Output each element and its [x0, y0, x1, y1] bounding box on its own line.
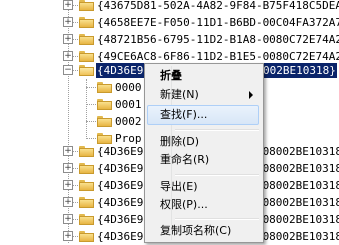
- expand-icon[interactable]: +: [63, 34, 73, 44]
- selected-item-label-tail[interactable]: 002BE10318}: [261, 62, 338, 79]
- menu-item-label: 折叠: [160, 69, 182, 82]
- folder-icon: [97, 116, 112, 127]
- expand-icon[interactable]: +: [63, 197, 73, 207]
- expand-icon[interactable]: +: [63, 231, 73, 241]
- expand-icon[interactable]: +: [63, 163, 73, 173]
- expand-icon[interactable]: +: [63, 180, 73, 190]
- tree-row[interactable]: + {43675D81-502A-4A82-9F84-B75F418C5DEA}: [0, 0, 339, 14]
- tree-item-label[interactable]: {4658EE7E-F050-11D1-B6BD-00C04FA372A7}: [96, 15, 339, 30]
- menu-item-export[interactable]: 导出(E): [147, 177, 259, 197]
- folder-icon: [79, 34, 94, 45]
- menu-item-rename[interactable]: 重命名(R): [147, 150, 259, 170]
- folder-icon: [79, 180, 94, 191]
- folder-icon: [79, 231, 94, 242]
- context-menu: 折叠 新建(N) 查找(F)... 删除(D) 重命名(R) 导出(E) 权限(…: [144, 63, 264, 243]
- menu-separator: [175, 174, 259, 176]
- folder-icon: [79, 51, 94, 62]
- tree-connector: [86, 104, 96, 105]
- folder-icon: [79, 0, 94, 11]
- tree-item-label[interactable]: {48721B56-6795-11D2-B1A8-0080C72E74A2}: [96, 32, 339, 47]
- open-folder-icon: [79, 65, 94, 76]
- menu-item-delete[interactable]: 删除(D): [147, 132, 259, 152]
- selected-item-label-head[interactable]: {4D36E9: [95, 62, 149, 79]
- folder-icon: [79, 17, 94, 28]
- menu-separator: [175, 218, 259, 220]
- menu-item-label: 新建(N): [160, 88, 199, 101]
- expand-icon[interactable]: +: [63, 51, 73, 61]
- tree-row[interactable]: + {4658EE7E-F050-11D1-B6BD-00C04FA372A7}: [0, 14, 339, 31]
- expand-icon[interactable]: +: [63, 0, 73, 10]
- tree-connector: [86, 121, 96, 122]
- folder-icon: [79, 214, 94, 225]
- folder-icon: [79, 163, 94, 174]
- menu-item-new[interactable]: 新建(N): [147, 85, 259, 105]
- menu-item-collapse[interactable]: 折叠: [147, 66, 259, 86]
- menu-separator: [175, 129, 259, 131]
- menu-item-find[interactable]: 查找(F)...: [147, 105, 259, 125]
- expand-icon[interactable]: +: [63, 17, 73, 27]
- menu-item-permissions[interactable]: 权限(P)...: [147, 195, 259, 215]
- tree-item-label[interactable]: 0000: [114, 80, 143, 95]
- tree-item-label[interactable]: 0002: [114, 114, 143, 129]
- expand-icon[interactable]: +: [63, 146, 73, 156]
- expand-icon[interactable]: +: [63, 214, 73, 224]
- menu-item-copy-key-name[interactable]: 复制项名称(C): [147, 221, 259, 241]
- tree-item-label[interactable]: {43675D81-502A-4A82-9F84-B75F418C5DEA}: [96, 0, 339, 13]
- folder-icon: [97, 99, 112, 110]
- folder-icon: [97, 82, 112, 93]
- folder-icon: [79, 197, 94, 208]
- tree-row[interactable]: + {48721B56-6795-11D2-B1A8-0080C72E74A2}: [0, 31, 339, 48]
- tree-item-label[interactable]: 0001: [114, 97, 143, 112]
- menu-item-label: 复制项名称(C): [160, 224, 232, 237]
- menu-item-label: 删除(D): [160, 135, 200, 148]
- menu-item-label: 导出(E): [160, 180, 198, 193]
- collapse-icon[interactable]: −: [63, 65, 73, 75]
- menu-item-label: 权限(P)...: [160, 198, 208, 211]
- submenu-arrow-icon: [249, 91, 253, 99]
- menu-item-label: 重命名(R): [160, 153, 210, 166]
- menu-item-label: 查找(F)...: [160, 108, 208, 121]
- tree-connector: [86, 87, 96, 88]
- folder-icon: [79, 146, 94, 157]
- tree-connector: [86, 138, 96, 139]
